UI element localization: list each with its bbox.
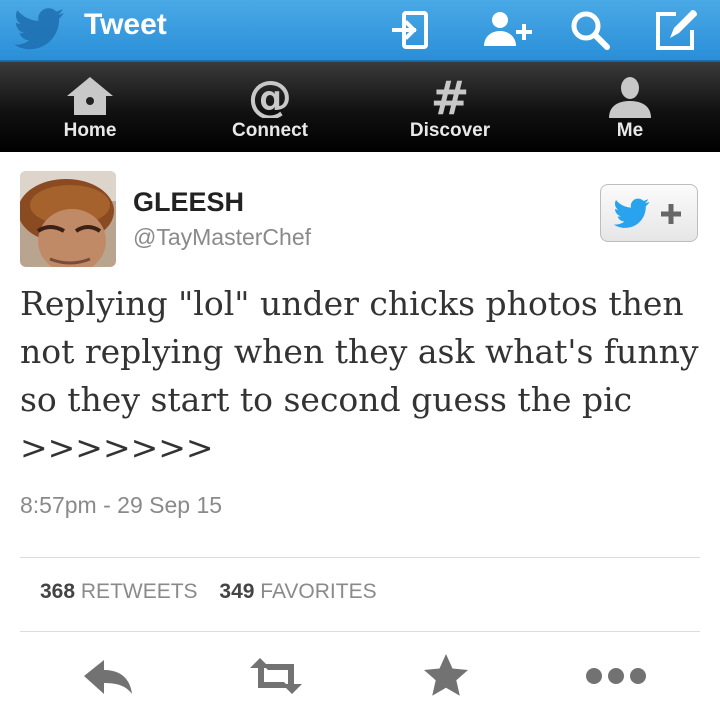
avatar[interactable] (20, 171, 116, 267)
svg-text:#: # (431, 74, 470, 118)
display-name[interactable]: GLEESH (133, 187, 244, 218)
at-icon: @ (248, 74, 292, 118)
tab-discover[interactable]: # Discover (360, 62, 540, 152)
compose-icon[interactable] (652, 6, 700, 54)
tab-me-label: Me (616, 120, 644, 141)
nav-tab-bar: Home @ Connect # Discover Me (0, 61, 720, 152)
more-button[interactable] (584, 652, 648, 700)
reply-icon (84, 660, 132, 694)
favorite-button[interactable] (418, 652, 474, 700)
divider-bottom (20, 631, 700, 632)
person-icon (609, 77, 651, 118)
search-icon[interactable] (566, 6, 614, 54)
tab-me[interactable]: Me (540, 62, 720, 152)
hash-icon: # (431, 74, 470, 118)
add-user-icon[interactable] (480, 6, 536, 54)
favorite-icon (424, 654, 468, 696)
twitter-bird-logo[interactable] (13, 8, 66, 52)
svg-text:@: @ (248, 74, 292, 118)
user-handle[interactable]: @TayMasterChef (133, 224, 311, 251)
favorites-count[interactable]: 349 (219, 580, 254, 603)
divider-top (20, 557, 700, 558)
retweet-icon (250, 658, 302, 694)
retweets-count[interactable]: 368 (40, 580, 75, 603)
screen-title: Tweet (84, 8, 167, 41)
tab-connect-label: Connect (232, 120, 308, 141)
reply-button[interactable] (80, 652, 136, 700)
tab-home[interactable]: Home (0, 62, 180, 152)
follow-bird-plus-icon (613, 198, 681, 228)
favorites-label[interactable]: FAVORITES (260, 580, 376, 603)
tab-connect[interactable]: @ Connect (180, 62, 360, 152)
retweet-button[interactable] (248, 652, 304, 700)
tab-home-label: Home (63, 120, 117, 141)
tweet-timestamp: 8:57pm - 29 Sep 15 (20, 492, 223, 518)
tab-discover-label: Discover (409, 120, 491, 141)
sign-in-icon[interactable] (388, 6, 436, 54)
top-action-bar: Tweet (0, 0, 720, 61)
active-tab-indicator (612, 145, 648, 151)
more-icon (586, 668, 646, 684)
retweets-label[interactable]: RETWEETS (81, 580, 198, 603)
tweet-text: Replying "lol" under chicks photos then … (20, 284, 699, 467)
home-icon (67, 77, 113, 115)
follow-button[interactable] (600, 184, 698, 242)
tweet-stats: 368 RETWEETS 349 FAVORITES (40, 580, 377, 604)
